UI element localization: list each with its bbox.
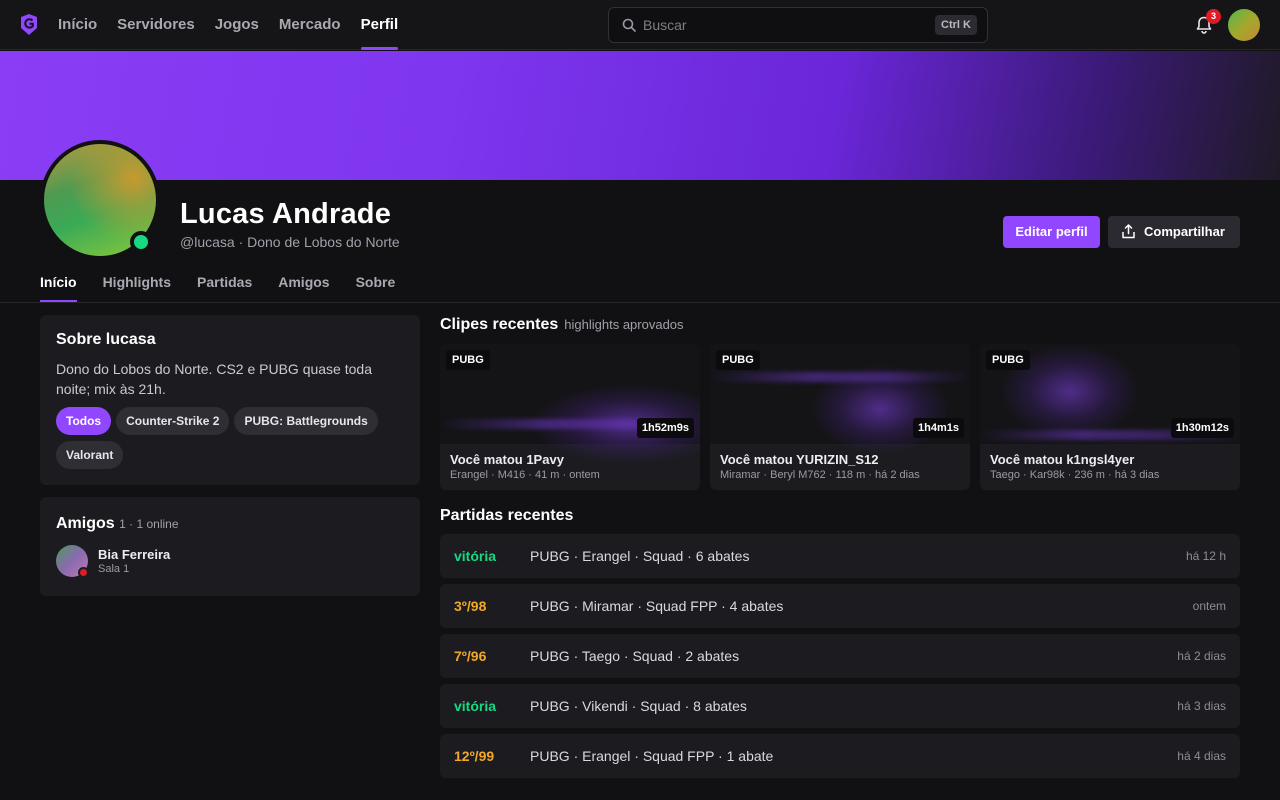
match-result: vitória [454, 548, 497, 564]
about-text: Dono do Lobos do Norte. CS2 e PUBG quase… [56, 361, 372, 397]
clip-game-tag: PUBG [446, 350, 490, 370]
match-time: há 3 dias [1177, 699, 1226, 713]
chip-counter-strike-2[interactable]: Counter-Strike 2 [116, 407, 230, 435]
chip-valorant[interactable]: Valorant [56, 441, 124, 469]
search-input[interactable] [643, 8, 933, 42]
friend-status-dot [78, 567, 89, 578]
match-description: PUBG · Taego · Squad · 2 abates [530, 648, 740, 664]
match-time: ontem [1192, 599, 1226, 613]
friends-title: Amigos 1 · 1 online [56, 515, 179, 533]
tabs-divider [0, 302, 1280, 303]
match-result: 3º/98 [454, 598, 487, 614]
match-description: PUBG · Erangel · Squad · 6 abates [530, 548, 750, 564]
search-icon [622, 18, 636, 32]
top-navbar: Início Servidores Jogos Mercado Perfil C… [0, 0, 1280, 50]
online-status-dot [130, 231, 152, 253]
matches-section-title: Partidas recentes [440, 507, 574, 524]
notification-badge: 3 [1206, 9, 1221, 24]
user-avatar-menu[interactable] [1228, 9, 1260, 41]
tab-inicio[interactable]: Início [40, 264, 77, 302]
tab-partidas[interactable]: Partidas [197, 264, 252, 302]
match-result: 7º/96 [454, 648, 487, 664]
chip-pubg-battlegrounds[interactable]: PUBG: Battlegrounds [234, 407, 378, 435]
edit-profile-button[interactable]: Editar perfil [1003, 216, 1100, 248]
match-description: PUBG · Miramar · Squad FPP · 4 abates [530, 598, 784, 614]
nav-item-jogos[interactable]: Jogos [215, 0, 259, 50]
clips-subtitle: highlights aprovados [564, 317, 684, 332]
profile-banner [0, 51, 1280, 180]
match-row[interactable]: vitória PUBG · Vikendi · Squad · 8 abate… [440, 684, 1240, 728]
clip-duration: 1h4m1s [913, 418, 964, 438]
share-button-label: Compartilhar [1144, 224, 1225, 239]
profile-subtitle: @lucasa · Dono de Lobos do Norte [180, 234, 400, 250]
search-box: Ctrl K [608, 7, 988, 43]
match-description: PUBG · Vikendi · Squad · 8 abates [530, 698, 747, 714]
match-result: vitória [454, 698, 497, 714]
share-icon [1122, 224, 1135, 239]
friends-card: Amigos 1 · 1 online Bia Ferreira Sala 1 [40, 497, 420, 596]
nav-item-mercado[interactable]: Mercado [279, 0, 341, 50]
match-row[interactable]: 7º/96 PUBG · Taego · Squad · 2 abates há… [440, 634, 1240, 678]
nav-item-perfil[interactable]: Perfil [360, 0, 398, 50]
match-row[interactable]: vitória PUBG · Erangel · Squad · 6 abate… [440, 534, 1240, 578]
about-card: Sobre lucasa Dono do Lobos do Norte. CS2… [40, 315, 420, 485]
clip-duration: 1h30m12s [1170, 418, 1234, 438]
clip-title: Você matou k1ngsl4yer [990, 452, 1135, 467]
app-logo-icon[interactable] [20, 14, 38, 35]
clip-game-tag: PUBG [986, 350, 1030, 370]
friends-count: 1 · 1 online [119, 517, 179, 531]
nav-item-servidores[interactable]: Servidores [117, 0, 195, 50]
main-nav: Início Servidores Jogos Mercado Perfil [58, 0, 418, 50]
tab-amigos[interactable]: Amigos [278, 264, 329, 302]
clip-meta: Erangel · M416 · 41 m · ontem [450, 469, 600, 481]
friend-room: Sala 1 [98, 563, 130, 575]
match-description: PUBG · Erangel · Squad FPP · 1 abate [530, 748, 774, 764]
match-result: 12º/99 [454, 748, 495, 764]
profile-tabs: Início Highlights Partidas Amigos Sobre [40, 264, 421, 302]
clip-card[interactable]: PUBG 1h30m12s Você matou k1ngsl4yer Taeg… [980, 344, 1240, 490]
friends-title-label: Amigos [56, 515, 115, 532]
nav-item-inicio[interactable]: Início [58, 0, 97, 50]
match-time: há 4 dias [1177, 749, 1226, 763]
about-title: Sobre lucasa [56, 331, 156, 348]
match-row[interactable]: 3º/98 PUBG · Miramar · Squad FPP · 4 aba… [440, 584, 1240, 628]
chip-todos[interactable]: Todos [56, 407, 112, 435]
tab-sobre[interactable]: Sobre [356, 264, 396, 302]
match-time: há 2 dias [1177, 649, 1226, 663]
search-shortcut-hint: Ctrl K [935, 15, 977, 35]
share-button[interactable]: Compartilhar [1108, 216, 1240, 248]
game-filter-chips: Todos Counter-Strike 2 PUBG: Battlegroun… [56, 407, 406, 475]
clip-title: Você matou YURIZIN_S12 [720, 452, 879, 467]
friend-name[interactable]: Bia Ferreira [98, 547, 170, 562]
clip-meta: Miramar · Beryl M762 · 118 m · há 2 dias [720, 469, 920, 481]
clip-game-tag: PUBG [716, 350, 760, 370]
clips-section-title: Clipes recentes highlights aprovados [440, 316, 684, 334]
clip-card[interactable]: PUBG 1h52m9s Você matou 1Pavy Erangel · … [440, 344, 700, 490]
clip-title: Você matou 1Pavy [450, 452, 564, 467]
profile-name: Lucas Andrade [180, 198, 392, 230]
match-row[interactable]: 12º/99 PUBG · Erangel · Squad FPP · 1 ab… [440, 734, 1240, 778]
clip-meta: Taego · Kar98k · 236 m · há 3 dias [990, 469, 1160, 481]
clips-title: Clipes recentes [440, 316, 559, 333]
tab-highlights[interactable]: Highlights [103, 264, 171, 302]
clip-duration: 1h52m9s [636, 418, 694, 438]
match-time: há 12 h [1185, 549, 1226, 563]
clip-card[interactable]: PUBG 1h4m1s Você matou YURIZIN_S12 Miram… [710, 344, 970, 490]
